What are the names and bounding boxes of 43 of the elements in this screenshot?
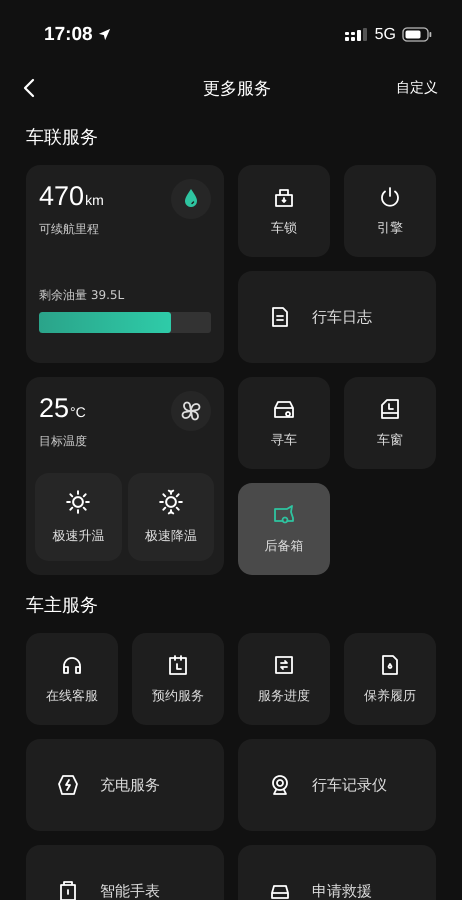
heat-button[interactable]: 极速升温 <box>35 473 122 561</box>
service-button[interactable]: 预约服务 <box>132 633 224 725</box>
status-time: 17:08 <box>44 24 93 46</box>
page-title: 更多服务 <box>203 78 271 100</box>
calendar-icon <box>166 653 190 677</box>
section-title: 车主服务 <box>25 594 99 618</box>
customize-button[interactable]: 自定义 <box>396 79 438 97</box>
range-label: 可续航里程 <box>39 221 100 238</box>
service-tile[interactable]: 行车日志 <box>238 271 436 363</box>
temperature-unit: °C <box>70 404 86 420</box>
cool-button[interactable]: 极速降温 <box>128 473 214 561</box>
service-button[interactable]: 后备箱 <box>238 483 330 575</box>
service-button[interactable]: 保养履历 <box>344 633 436 725</box>
window-icon <box>378 397 402 421</box>
location-arrow-icon <box>96 27 112 42</box>
service-tile[interactable]: 充电服务 <box>26 739 224 831</box>
range-unit: km <box>85 192 104 208</box>
sun-icon <box>65 489 92 515</box>
network-type: 5G <box>374 26 396 44</box>
service-button[interactable]: 服务进度 <box>238 633 330 725</box>
range-card[interactable]: 470 km 可续航里程 剩余油量 39.5L <box>26 165 224 363</box>
section-title: 车联服务 <box>25 126 99 150</box>
exchange-icon <box>272 653 296 677</box>
service-tile[interactable]: 智能手表 <box>26 845 224 900</box>
temperature-label: 目标温度 <box>39 433 88 450</box>
service-tile[interactable]: 申请救援 <box>238 845 436 900</box>
service-button[interactable]: 寻车 <box>238 377 330 469</box>
fan-icon <box>179 399 203 423</box>
fuel-drop-icon <box>171 179 211 219</box>
battery-icon <box>402 27 432 42</box>
service-button[interactable]: 在线客服 <box>26 633 118 725</box>
service-button[interactable]: 车窗 <box>344 377 436 469</box>
charging-icon <box>56 773 80 797</box>
fuel-label: 剩余油量 39.5L <box>39 287 126 304</box>
power-icon <box>378 185 402 209</box>
service-tile[interactable]: 行车记录仪 <box>238 739 436 831</box>
service-button[interactable]: 车锁 <box>238 165 330 257</box>
sun-snowflake-icon <box>158 489 184 515</box>
temperature-value: 25 <box>39 392 70 425</box>
fan-button[interactable] <box>171 391 211 431</box>
service-button[interactable]: 引擎 <box>344 165 436 257</box>
range-value: 470 <box>39 180 84 213</box>
signal-icon <box>344 28 369 42</box>
